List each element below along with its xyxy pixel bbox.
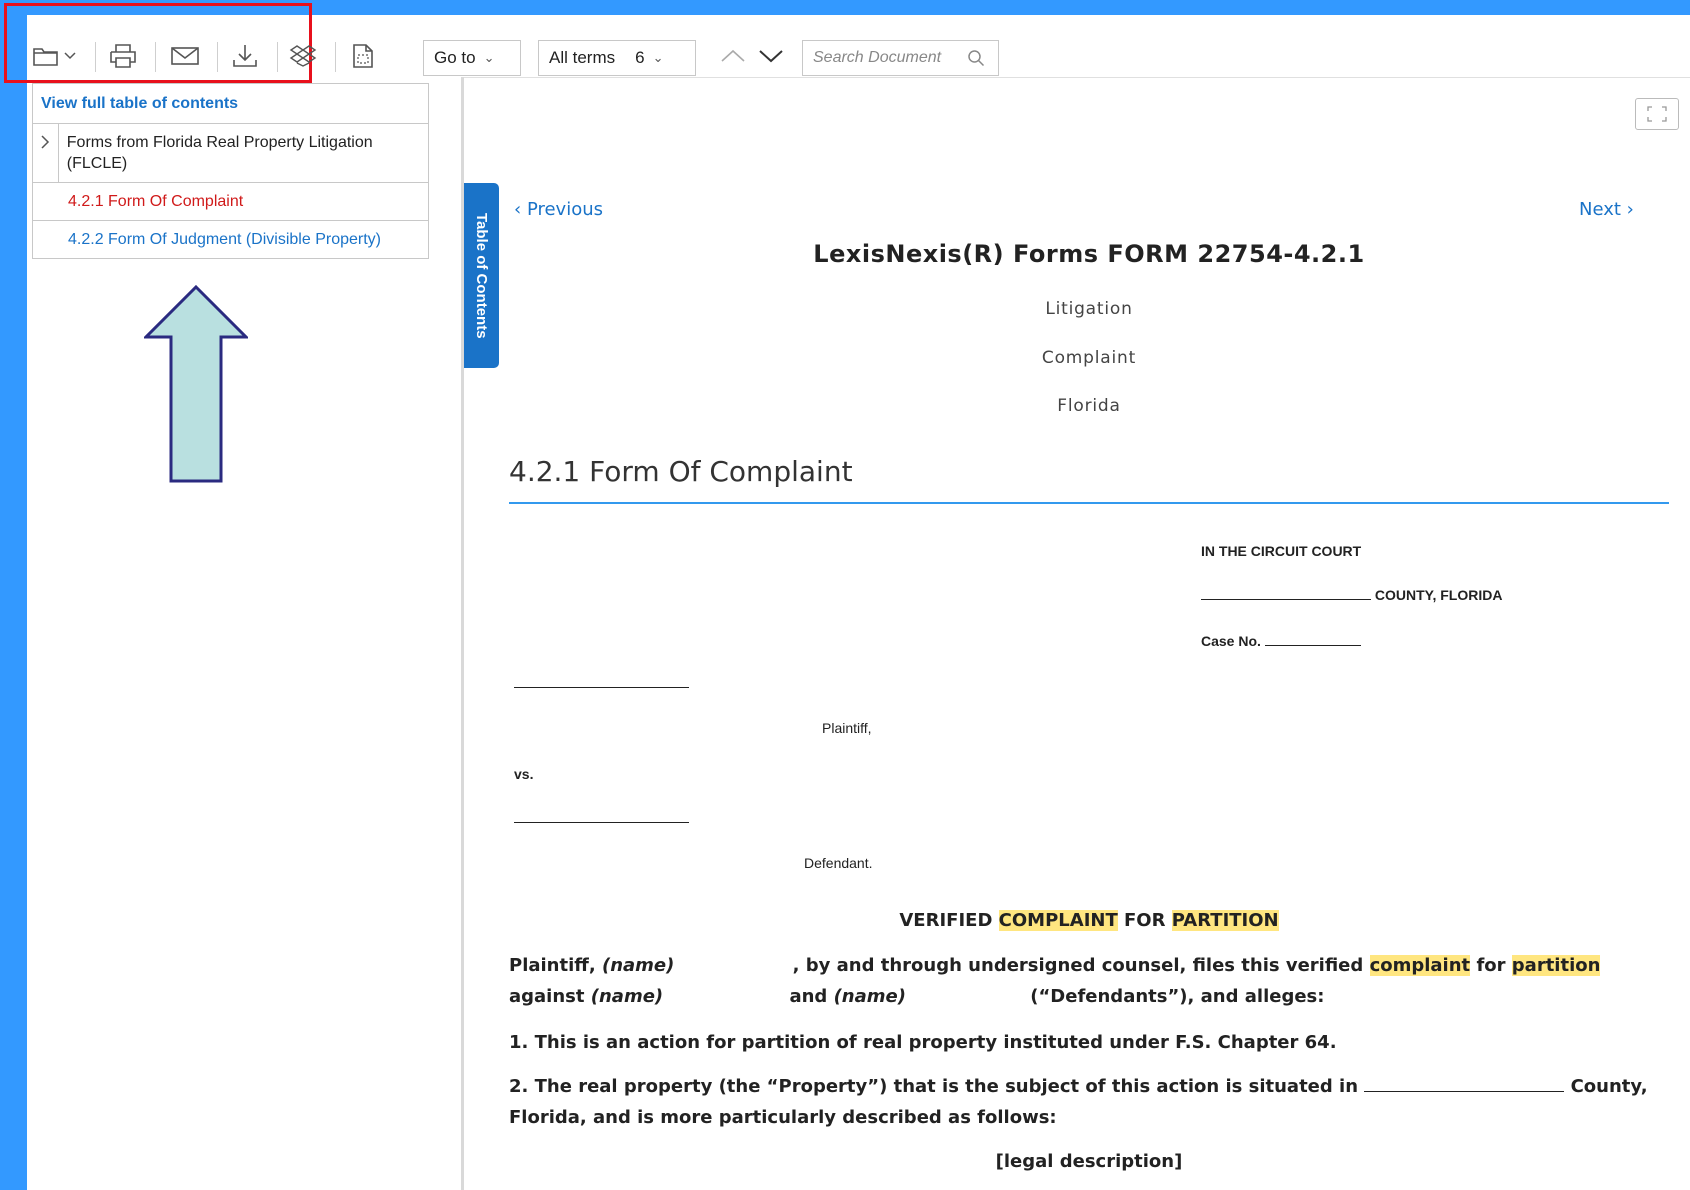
county-name-blank: [1364, 1091, 1565, 1092]
p1-for: for: [1476, 955, 1506, 976]
p1-text-c: against: [509, 986, 585, 1007]
chevron-down-icon[interactable]: [61, 38, 79, 74]
folder-icon[interactable]: [31, 38, 61, 74]
terms-label: All terms: [549, 48, 616, 67]
next-link[interactable]: Next ›: [1579, 199, 1634, 220]
court-line1: IN THE CIRCUIT COURT: [1201, 543, 1362, 559]
doc-meta-jurisdiction: Florida: [1057, 396, 1121, 416]
document-icon[interactable]: [345, 38, 381, 74]
previous-term-icon[interactable]: [715, 38, 751, 74]
court-line2: COUNTY, FLORIDA: [1201, 587, 1502, 603]
p1-text-a: Plaintiff,: [509, 955, 596, 976]
complaint-heading: VERIFIED COMPLAINT FOR PARTITION: [509, 905, 1669, 936]
download-icon[interactable]: [227, 38, 263, 74]
print-icon[interactable]: [105, 38, 141, 74]
document-title: LexisNexis(R) Forms FORM 22754-4.2.1: [813, 240, 1365, 268]
county-blank: [1201, 599, 1371, 600]
fullscreen-icon[interactable]: [1635, 98, 1679, 130]
p1-and: and: [789, 986, 828, 1007]
p1-text-b: , by and through undersigned counsel, fi…: [792, 955, 1364, 976]
paragraph-1: 1. This is an action for partition of re…: [509, 1032, 1337, 1053]
next-term-icon[interactable]: [753, 38, 789, 74]
doc-meta-type: Complaint: [1041, 348, 1137, 368]
toc-toggle-tab[interactable]: Table of Contents: [464, 183, 499, 368]
section-title: 4.2.1 Form Of Complaint: [509, 455, 1669, 504]
doc-top-border: [464, 77, 1690, 78]
toolbar-separator: [335, 42, 336, 72]
paragraph-2: 2. The real property (the “Property”) th…: [509, 1071, 1669, 1133]
app-frame: Go to ⌄ All terms 6 ⌄ View full table of…: [4, 3, 1690, 1190]
goto-label: Go to: [434, 48, 476, 67]
p1-name2: (name): [590, 986, 664, 1007]
view-full-toc-link[interactable]: View full table of contents: [33, 84, 428, 124]
search-hit[interactable]: complaint: [1369, 955, 1471, 976]
search-icon[interactable]: [967, 49, 985, 67]
defendant-label: Defendant.: [804, 855, 873, 871]
search-hit[interactable]: COMPLAINT: [998, 910, 1118, 931]
defendant-blank-line: [514, 810, 689, 826]
chevron-left-icon: ‹: [514, 199, 522, 220]
chevron-down-icon: ⌄: [483, 50, 495, 65]
annotation-up-arrow: [144, 285, 248, 483]
search-hit[interactable]: PARTITION: [1171, 910, 1279, 931]
plaintiff-name-blank: [514, 687, 689, 688]
toc-item-next[interactable]: 4.2.2 Form Of Judgment (Divisible Proper…: [33, 221, 428, 258]
doc-meta-category: Litigation: [1045, 299, 1133, 319]
court-county-label: COUNTY, FLORIDA: [1374, 587, 1503, 603]
toolbar-separator: [217, 42, 218, 72]
chevron-right-icon: ›: [1626, 199, 1634, 220]
toc-tab-label: Table of Contents: [473, 212, 490, 339]
toc-panel: View full table of contents Forms from F…: [32, 83, 429, 259]
p1-name3: (name): [833, 986, 906, 1007]
p3-text-c: Florida, and is more particularly descri…: [509, 1107, 1057, 1128]
p1-name1: (name): [601, 955, 675, 976]
vs-label: vs.: [514, 766, 534, 782]
toolbar-separator: [95, 42, 96, 72]
p3-text-b: County,: [1570, 1076, 1648, 1097]
heading-verified: VERIFIED: [899, 910, 993, 931]
search-input[interactable]: [813, 49, 963, 67]
heading-for: FOR: [1124, 910, 1166, 931]
toc-parent-label: Forms from Florida Real Property Litigat…: [66, 134, 373, 172]
email-icon[interactable]: [167, 38, 203, 74]
search-hit[interactable]: partition: [1511, 955, 1601, 976]
chevron-down-icon: ⌄: [652, 50, 664, 65]
case-no-label: Case No.: [1201, 633, 1261, 649]
paragraph-intro: Plaintiff, (name) , by and through under…: [509, 950, 1669, 1012]
toolbar-separator: [277, 42, 278, 72]
case-no-blank: [1264, 645, 1361, 646]
terms-count: 6: [635, 48, 645, 67]
p1-text-d: (“Defendants”), and alleges:: [1030, 986, 1325, 1007]
terms-dropdown[interactable]: All terms 6 ⌄: [538, 40, 696, 76]
goto-dropdown[interactable]: Go to ⌄: [423, 40, 521, 76]
dropbox-icon[interactable]: [285, 38, 321, 74]
legal-description: [legal description]: [995, 1151, 1183, 1172]
toc-parent-item[interactable]: Forms from Florida Real Property Litigat…: [33, 124, 428, 183]
search-box: [802, 40, 999, 76]
defendant-name-blank: [514, 822, 689, 823]
toolbar-separator: [155, 42, 156, 72]
previous-label: Previous: [526, 199, 604, 220]
next-label: Next: [1579, 199, 1621, 220]
toc-item-current[interactable]: 4.2.1 Form Of Complaint: [33, 183, 428, 221]
case-number-line: Case No.: [1201, 633, 1361, 649]
toolbar: Go to ⌄ All terms 6 ⌄: [4, 3, 1690, 83]
chevron-right-icon[interactable]: [33, 124, 59, 182]
p3-text-a: 2. The real property (the “Property”) th…: [509, 1076, 1359, 1097]
plaintiff-blank-line: [514, 675, 689, 691]
previous-link[interactable]: ‹ Previous: [514, 199, 603, 220]
plaintiff-label: Plaintiff,: [822, 720, 872, 736]
